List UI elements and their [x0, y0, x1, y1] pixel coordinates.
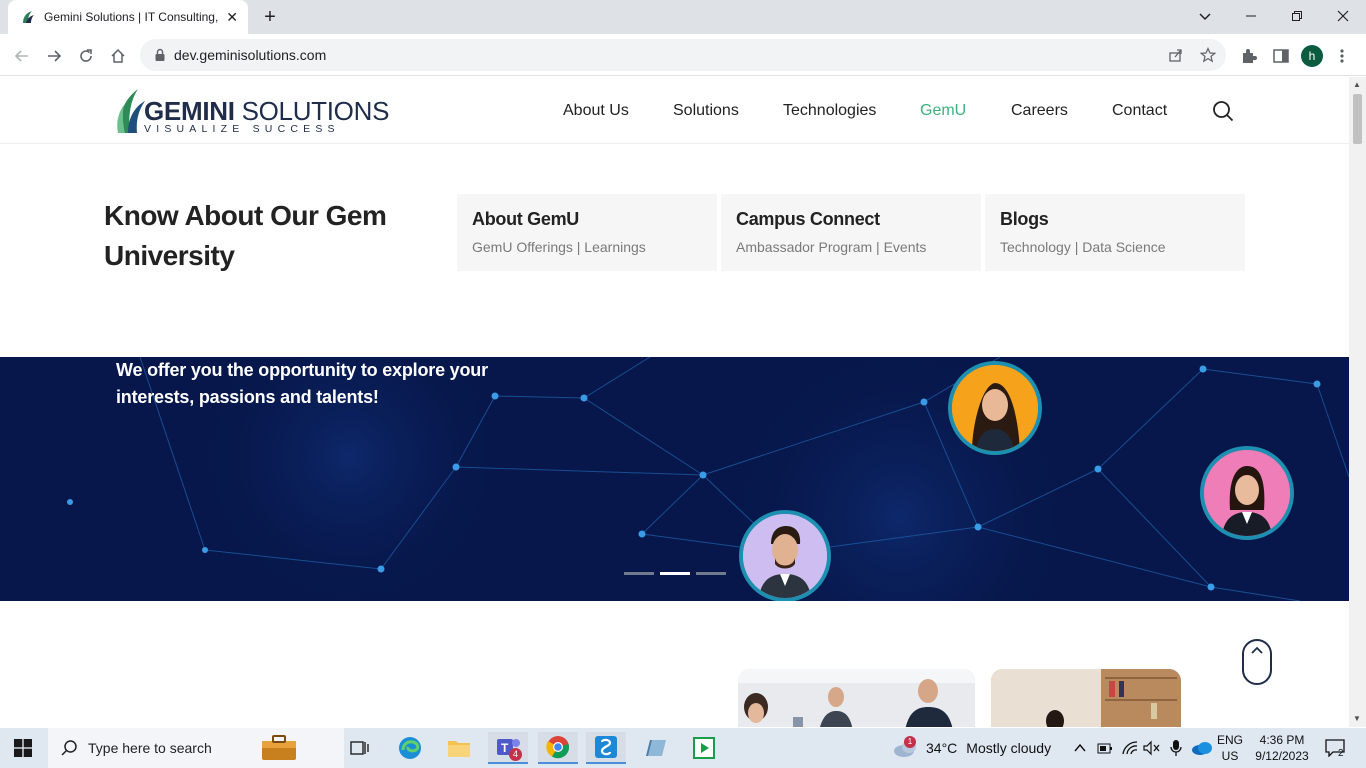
browser-tab-strip: Gemini Solutions | IT Consulting, ✕ +: [0, 0, 1366, 34]
carousel-dot-3[interactable]: [696, 572, 726, 575]
carousel-dot-2[interactable]: [660, 572, 690, 575]
site-header: GEMINI SOLUTIONS VISUALIZE SUCCESS About…: [0, 77, 1349, 144]
team-member-avatar-1: [948, 361, 1042, 455]
notification-count: 2: [1338, 748, 1344, 759]
card-subtitle: Technology | Data Science: [1000, 239, 1166, 255]
team-member-avatar-2: [1200, 446, 1294, 540]
scroll-to-top-button[interactable]: [1242, 639, 1272, 685]
reload-icon[interactable]: [75, 45, 97, 67]
scroll-up-arrow-icon[interactable]: ▲: [1353, 80, 1361, 89]
card-campus-connect[interactable]: Campus Connect Ambassador Program | Even…: [721, 194, 981, 271]
gemini-logo[interactable]: GEMINI SOLUTIONS VISUALIZE SUCCESS: [116, 87, 389, 135]
show-hidden-icons-chevron-icon[interactable]: [1074, 743, 1086, 753]
nav-careers[interactable]: Careers: [1011, 102, 1068, 120]
chrome-icon[interactable]: [538, 732, 578, 764]
lock-icon[interactable]: [154, 48, 166, 62]
edge-browser-icon[interactable]: [390, 732, 430, 764]
url-text[interactable]: dev.geminisolutions.com: [174, 47, 326, 63]
teams-badge: 4: [509, 748, 522, 761]
minimize-icon[interactable]: [1228, 4, 1274, 28]
wifi-icon[interactable]: [1121, 740, 1139, 756]
search-icon: [61, 740, 77, 756]
nav-technologies[interactable]: Technologies: [783, 102, 876, 120]
nav-contact[interactable]: Contact: [1112, 102, 1167, 120]
home-icon[interactable]: [107, 45, 129, 67]
task-view-icon[interactable]: [340, 732, 380, 764]
scrollbar-thumb[interactable]: [1353, 94, 1362, 144]
scroll-down-arrow-icon[interactable]: ▼: [1353, 714, 1361, 723]
share-icon[interactable]: [1168, 47, 1184, 63]
windows-start-icon[interactable]: [14, 739, 32, 757]
search-icon[interactable]: [1212, 100, 1234, 122]
card-title[interactable]: Campus Connect: [736, 209, 966, 230]
microphone-icon[interactable]: [1170, 739, 1182, 757]
nav-gemu[interactable]: GemU: [920, 102, 966, 120]
taskbar-search-placeholder: Type here to search: [88, 740, 212, 756]
forward-icon[interactable]: [43, 45, 65, 67]
page-viewport: GEMINI SOLUTIONS VISUALIZE SUCCESS About…: [0, 77, 1349, 727]
close-tab-icon[interactable]: ✕: [226, 9, 238, 26]
page-scrollbar[interactable]: ▲ ▼: [1349, 77, 1366, 727]
weather-badge: 1: [904, 736, 916, 748]
file-explorer-icon[interactable]: [439, 732, 479, 764]
tab-search-chevron-icon[interactable]: [1182, 4, 1228, 28]
browser-tab[interactable]: Gemini Solutions | IT Consulting, ✕: [8, 0, 248, 34]
card-about-gemu[interactable]: About GemU GemU Offerings | Learnings: [457, 194, 717, 271]
nav-solutions[interactable]: Solutions: [673, 102, 739, 120]
carousel-dot-1[interactable]: [624, 572, 654, 575]
card-title[interactable]: About GemU: [472, 209, 702, 230]
back-icon[interactable]: [11, 45, 33, 67]
omnibox[interactable]: dev.geminisolutions.com: [140, 39, 1226, 71]
teams-icon[interactable]: T 4: [488, 732, 528, 764]
weather-temp: 34°C: [926, 740, 958, 756]
gemu-mega-menu: Know About Our Gem University About GemU…: [0, 144, 1349, 357]
card-subtitle: Ambassador Program | Events: [736, 239, 927, 255]
card-title[interactable]: Blogs: [1000, 209, 1230, 230]
chevron-up-icon: [1251, 646, 1263, 654]
profile-avatar[interactable]: h: [1301, 45, 1323, 67]
clock-time: 4:36 PM: [1259, 733, 1305, 747]
region-code: US: [1221, 749, 1239, 763]
notepad-app-icon[interactable]: [636, 732, 676, 764]
close-window-icon[interactable]: [1320, 4, 1366, 28]
card-subtitle: GemU Offerings | Learnings: [472, 239, 646, 255]
onedrive-cloud-icon[interactable]: [1191, 741, 1213, 755]
nav-about-us[interactable]: About Us: [563, 102, 629, 120]
hero-banner: We offer you the opportunity to explore …: [0, 357, 1349, 601]
briefcase-icon[interactable]: [260, 735, 298, 761]
mega-menu-heading: Know About Our Gem University: [104, 200, 387, 271]
clock-date: 9/12/2023: [1255, 749, 1309, 763]
snipping-app-icon[interactable]: [586, 732, 626, 764]
taskbar-search-box[interactable]: Type here to search: [48, 728, 344, 768]
tab-title: Gemini Solutions | IT Consulting,: [44, 10, 219, 24]
new-tab-icon[interactable]: +: [260, 6, 280, 29]
gemini-leaf-logo-icon: [117, 89, 145, 133]
media-player-icon[interactable]: [684, 732, 724, 764]
office-photo-2: [991, 669, 1181, 727]
office-photo-1: [738, 669, 975, 727]
weather-description: Mostly cloudy: [966, 740, 1052, 756]
logo-tagline: VISUALIZE SUCCESS: [144, 123, 340, 135]
restore-icon[interactable]: [1274, 4, 1320, 28]
clock[interactable]: 4:36 PM 9/12/2023: [1250, 732, 1314, 764]
browser-menu-icon[interactable]: [1336, 47, 1348, 65]
battery-icon[interactable]: [1097, 740, 1113, 756]
team-member-avatar-3: [739, 510, 831, 601]
volume-muted-icon[interactable]: [1143, 740, 1161, 756]
side-panel-icon[interactable]: [1272, 47, 1290, 65]
content-section: [0, 601, 1349, 727]
weather-widget[interactable]: 1 34°C Mostly cloudy: [892, 728, 1051, 768]
extensions-puzzle-icon[interactable]: [1240, 47, 1258, 65]
input-language[interactable]: ENG US: [1214, 732, 1246, 764]
hero-tagline: We offer you the opportunity to explore …: [116, 360, 488, 407]
gemini-favicon-icon: [23, 11, 34, 23]
bookmark-star-icon[interactable]: [1200, 47, 1216, 63]
address-bar-row: dev.geminisolutions.com h: [0, 34, 1366, 76]
svg-text:T: T: [501, 741, 509, 755]
windows-taskbar: Type here to search T 4 1 34°C Mostly cl…: [0, 728, 1366, 768]
card-blogs[interactable]: Blogs Technology | Data Science: [985, 194, 1245, 271]
language-code: ENG: [1216, 733, 1243, 747]
